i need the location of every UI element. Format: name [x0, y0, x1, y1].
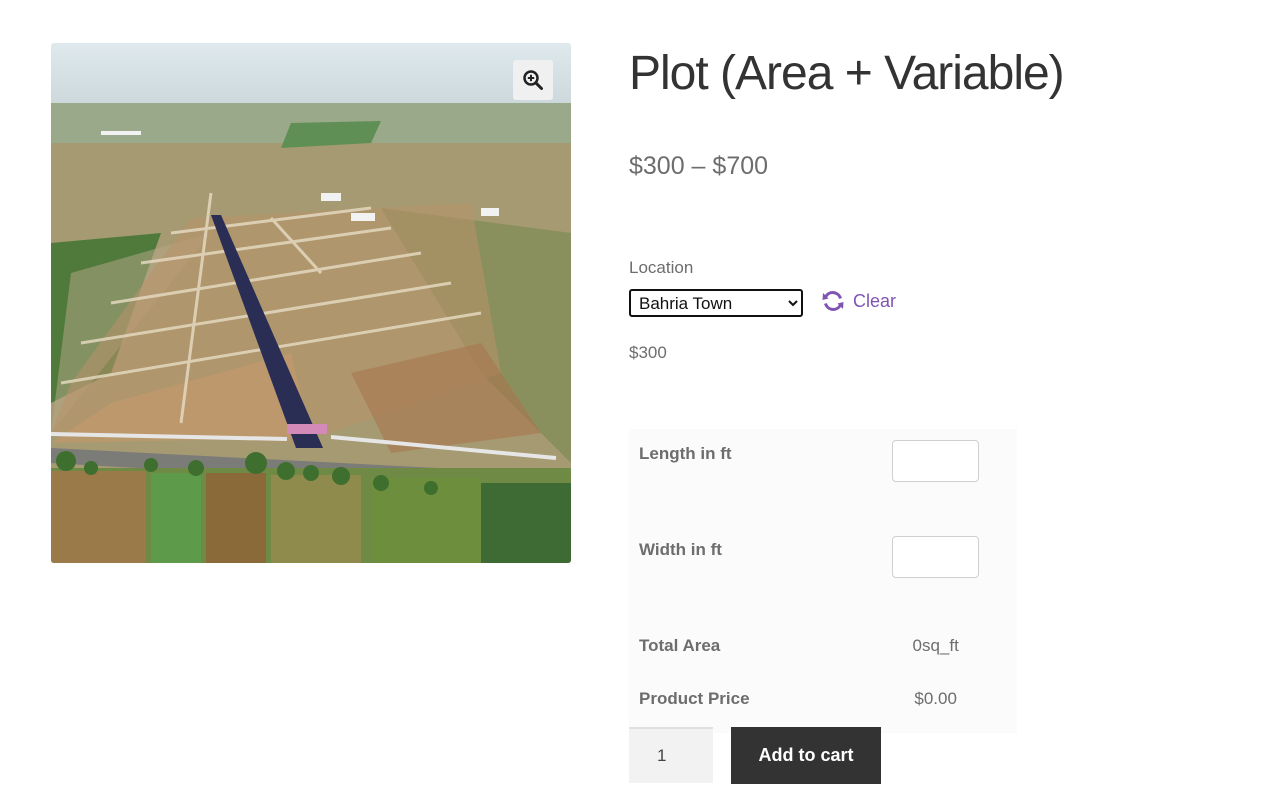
- product-price-value: $0.00: [914, 689, 957, 708]
- width-label: Width in ft: [639, 540, 722, 559]
- product-image[interactable]: [51, 43, 571, 563]
- product-price-label: Product Price: [639, 689, 750, 708]
- magnifier-plus-icon: [523, 70, 543, 90]
- refresh-icon: [822, 291, 844, 311]
- product-price-row: Product Price $0.00: [629, 677, 1017, 733]
- clear-variation-link[interactable]: Clear: [821, 288, 896, 314]
- zoom-button[interactable]: [513, 60, 553, 100]
- width-input[interactable]: [892, 536, 980, 578]
- total-area-label: Total Area: [639, 636, 721, 655]
- length-row: Length in ft: [629, 429, 1017, 525]
- total-area-value: 0sq_ft: [912, 636, 959, 655]
- aerial-plot-photo: [51, 43, 571, 563]
- clear-label: Clear: [853, 290, 897, 311]
- location-label: Location: [629, 258, 694, 277]
- variation-price: $300: [629, 343, 667, 362]
- width-row: Width in ft: [629, 525, 1017, 621]
- location-select[interactable]: Bahria Town: [629, 289, 803, 317]
- length-label: Length in ft: [639, 444, 732, 463]
- price-range: $300 – $700: [629, 152, 769, 180]
- area-calculator-table: Length in ft Width in ft Total Area 0sq_…: [629, 429, 1017, 733]
- total-area-row: Total Area 0sq_ft: [629, 621, 1017, 677]
- product-title: Plot (Area + Variable): [629, 47, 1065, 100]
- quantity-input[interactable]: [629, 727, 713, 783]
- add-to-cart-button[interactable]: Add to cart: [731, 727, 881, 784]
- length-input[interactable]: [892, 440, 980, 482]
